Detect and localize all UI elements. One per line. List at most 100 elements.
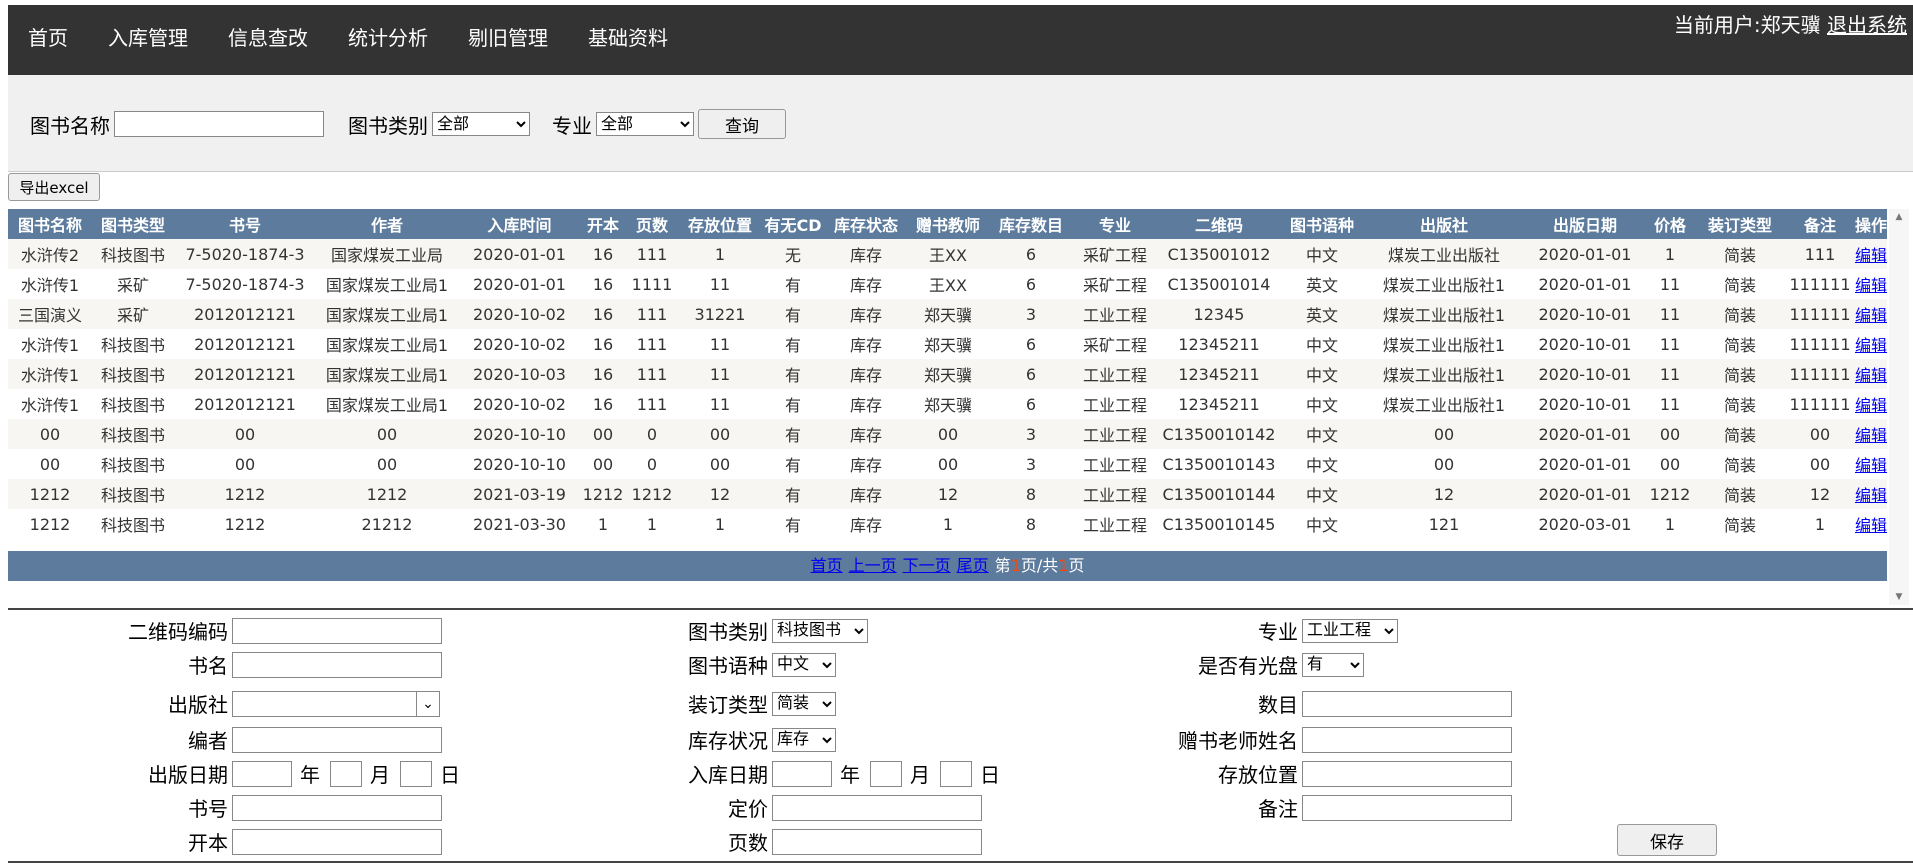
language-select[interactable]: 中文 (772, 652, 836, 677)
table-cell: 00 (581, 449, 625, 479)
table-row: 水浒传1 科技图书 2012012121 国家煤炭工业局1 2020-10-02 16 11… (8, 329, 1887, 359)
language-label: 图书语种 (688, 654, 768, 678)
export-excel-button[interactable]: 导出excel (8, 173, 100, 201)
pages-input[interactable] (772, 828, 982, 855)
edit-link[interactable]: 编辑 (1855, 306, 1887, 325)
table-cell: 采矿 (92, 299, 174, 329)
table-cell: 煤炭工业出版社1 (1363, 359, 1525, 389)
nav-home[interactable]: 首页 (28, 22, 68, 51)
table-cell: 11 (679, 329, 761, 359)
pager-first-link[interactable]: 首页 (811, 556, 843, 575)
location-input[interactable] (1302, 760, 1512, 787)
table-cell: 1 (625, 509, 679, 539)
table-cell: C135001014 (1157, 269, 1281, 299)
binding-field: 装订类型 简装 (640, 689, 836, 718)
instock-day-input[interactable] (940, 760, 972, 787)
table-cell: 6 (989, 329, 1073, 359)
table-cell: 2020-10-02 (458, 329, 581, 359)
major-select[interactable]: 全部 (596, 112, 694, 136)
form-major-select[interactable]: 工业工程 (1302, 618, 1398, 643)
pubdate-month-label: 月 (370, 763, 390, 787)
edit-link[interactable]: 编辑 (1855, 486, 1887, 505)
table-cell: 有 (761, 389, 825, 419)
editor-input[interactable] (232, 726, 442, 753)
pubdate-year-input[interactable] (232, 760, 292, 787)
column-header: 赠书教师 (907, 209, 989, 239)
pager-prev-link[interactable]: 上一页 (849, 556, 897, 575)
pager-next-link[interactable]: 下一页 (903, 556, 951, 575)
table-cell: 00 (679, 449, 761, 479)
edit-link[interactable]: 编辑 (1855, 516, 1887, 535)
editor-label: 编者 (188, 729, 228, 753)
qrcode-input[interactable] (232, 617, 442, 644)
book-name-input[interactable] (114, 111, 324, 137)
table-cell: 编辑 (1855, 329, 1887, 359)
instock-year-input[interactable] (772, 760, 832, 787)
nav-basic-data[interactable]: 基础资料 (588, 22, 668, 51)
section-divider (8, 608, 1913, 610)
isbn-input[interactable] (232, 794, 442, 821)
table-cell: 工业工程 (1073, 359, 1157, 389)
binding-select[interactable]: 简装 (772, 691, 836, 716)
edit-link[interactable]: 编辑 (1855, 396, 1887, 415)
edit-link[interactable]: 编辑 (1855, 276, 1887, 295)
edit-link[interactable]: 编辑 (1855, 426, 1887, 445)
pubdate-month-input[interactable] (330, 760, 362, 787)
table-cell: 编辑 (1855, 299, 1887, 329)
table-cell: 1212 (8, 509, 92, 539)
table-cell: 6 (989, 359, 1073, 389)
donor-input[interactable] (1302, 726, 1512, 753)
publisher-label: 出版社 (168, 693, 228, 717)
grid-scrollbar[interactable]: ▲ ▼ (1889, 209, 1909, 605)
edit-link[interactable]: 编辑 (1855, 246, 1887, 265)
table-cell: 111 (1785, 239, 1855, 269)
table-cell: 2020-10-01 (1525, 389, 1645, 419)
scroll-up-icon[interactable]: ▲ (1889, 209, 1909, 225)
pager-current-page: 1 (1010, 556, 1021, 575)
title-input[interactable] (232, 651, 442, 678)
column-header: 价格 (1645, 209, 1695, 239)
nav-retire[interactable]: 剔旧管理 (468, 22, 548, 51)
format-input[interactable] (232, 828, 442, 855)
table-cell: 11 (1645, 299, 1695, 329)
table-cell: 工业工程 (1073, 419, 1157, 449)
chevron-down-icon[interactable]: ⌄ (416, 691, 439, 716)
logout-link[interactable]: 退出系统 (1827, 13, 1907, 37)
form-category-select[interactable]: 科技图书 (772, 618, 868, 643)
table-cell: 编辑 (1855, 269, 1887, 299)
query-button[interactable]: 查询 (698, 109, 786, 139)
pubdate-label: 出版日期 (148, 763, 228, 787)
nav-statistics[interactable]: 统计分析 (348, 22, 428, 51)
table-cell: 工业工程 (1073, 449, 1157, 479)
table-cell: 国家煤炭工业局1 (316, 329, 458, 359)
publisher-combo[interactable]: ⌄ (232, 690, 440, 717)
scroll-down-icon[interactable]: ▼ (1889, 589, 1909, 605)
isbn-label: 书号 (188, 797, 228, 821)
table-cell: 库存 (825, 389, 907, 419)
cd-select[interactable]: 有 (1302, 652, 1364, 677)
save-button[interactable]: 保存 (1617, 824, 1717, 856)
table-cell: 2021-03-30 (458, 509, 581, 539)
table-row: 水浒传2 科技图书 7-5020-1874-3 国家煤炭工业局 2020-01-01 16… (8, 239, 1887, 269)
language-field: 图书语种 中文 (640, 650, 836, 679)
nav-stock-in[interactable]: 入库管理 (108, 22, 188, 51)
count-field: 数目 (1100, 689, 1512, 718)
pager-last-link[interactable]: 尾页 (957, 556, 989, 575)
edit-link[interactable]: 编辑 (1855, 366, 1887, 385)
stock-select[interactable]: 库存 (772, 727, 836, 752)
count-input[interactable] (1302, 690, 1512, 717)
table-cell: 1212 (316, 479, 458, 509)
remark-field: 备注 (1100, 793, 1512, 822)
edit-link[interactable]: 编辑 (1855, 336, 1887, 355)
table-cell: 国家煤炭工业局1 (316, 359, 458, 389)
nav-info-edit[interactable]: 信息查改 (228, 22, 308, 51)
pubdate-day-input[interactable] (400, 760, 432, 787)
edit-link[interactable]: 编辑 (1855, 456, 1887, 475)
category-select[interactable]: 全部 (432, 112, 530, 136)
price-input[interactable] (772, 794, 982, 821)
count-label: 数目 (1258, 693, 1298, 717)
remark-input[interactable] (1302, 794, 1512, 821)
table-cell: 00 (174, 449, 316, 479)
instock-month-input[interactable] (870, 760, 902, 787)
table-cell: 中文 (1281, 479, 1363, 509)
